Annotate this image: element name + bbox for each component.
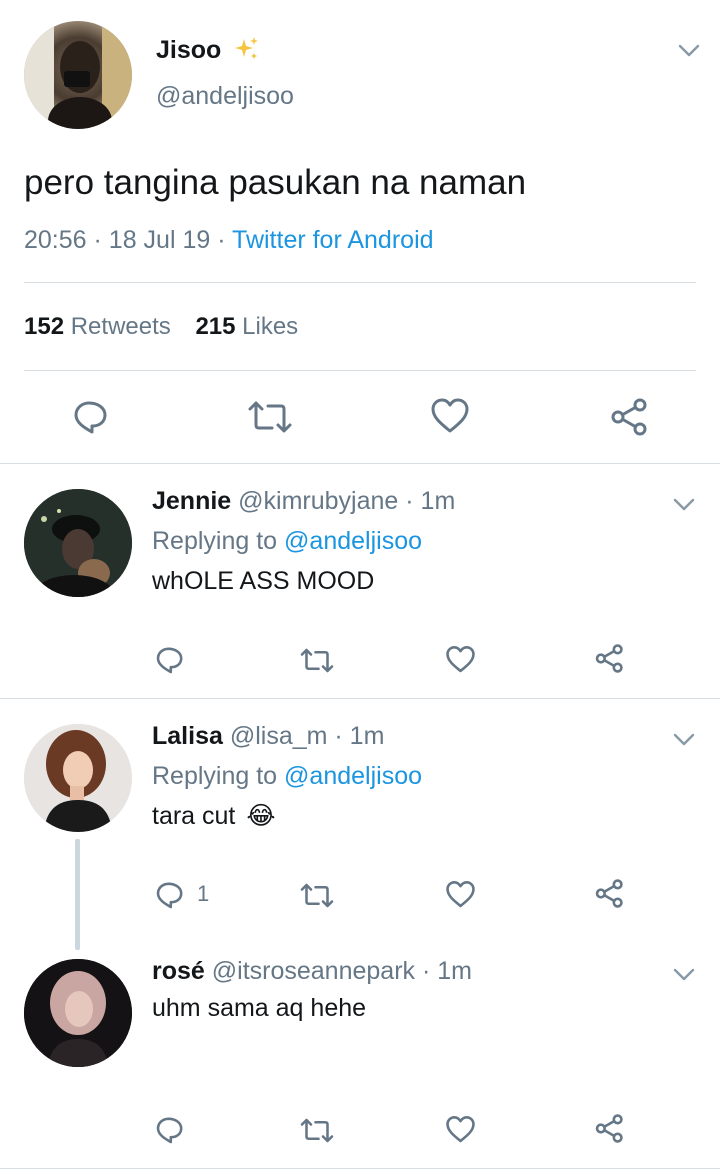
divider [0, 698, 720, 699]
retweets-label: Retweets [70, 313, 171, 340]
reply-text: tara cut [152, 802, 236, 830]
replying-to-label: Replying to [152, 527, 278, 555]
avatar-rose[interactable] [24, 959, 132, 1067]
reply-author-handle[interactable]: @kimrubyjane [238, 487, 398, 515]
retweet-icon[interactable] [246, 399, 294, 435]
like-icon[interactable] [445, 645, 476, 674]
reply-body: tara cut 😂 [152, 801, 276, 831]
reply-text: uhm sama aq hehe [152, 994, 367, 1022]
retweet-icon[interactable] [299, 1117, 335, 1144]
reply-author-name[interactable]: Jennie [152, 487, 231, 515]
retweets-stat[interactable]: 152 Retweets [24, 313, 177, 340]
retweets-count: 152 [24, 313, 65, 340]
reply-time: · 1m [421, 957, 472, 985]
divider [0, 1168, 720, 1169]
tears-of-joy-emoji-icon: 😂 [246, 802, 276, 830]
avatar-lalisa[interactable] [24, 724, 132, 832]
share-icon[interactable] [594, 1113, 626, 1144]
reply-header: Lalisa @lisa_m · 1m [152, 722, 384, 751]
retweet-icon[interactable] [299, 882, 335, 909]
chevron-down-icon[interactable] [673, 498, 695, 512]
replying-to-handle[interactable]: @andeljisoo [284, 762, 422, 790]
tweet-date: 18 Jul 19 [108, 226, 211, 254]
meta-separator: · [217, 226, 226, 254]
likes-label: Likes [242, 313, 299, 340]
share-icon[interactable] [594, 878, 626, 909]
chevron-down-icon[interactable] [673, 968, 695, 982]
share-icon[interactable] [609, 397, 651, 437]
share-icon[interactable] [594, 643, 626, 674]
retweet-icon[interactable] [299, 647, 335, 674]
author-name[interactable]: Jisoo [156, 36, 221, 65]
meta-separator: · [93, 226, 102, 254]
avatar-jisoo[interactable] [24, 21, 132, 129]
tweet-stats: 152 Retweets 215 Likes [24, 313, 298, 341]
tweet-text: pero tangina pasukan na naman [24, 163, 527, 202]
chevron-down-icon[interactable] [678, 44, 700, 58]
reply-icon[interactable] [71, 397, 111, 437]
divider [0, 463, 720, 464]
replying-to: Replying to @andeljisoo [152, 762, 422, 791]
sparkles-icon [232, 35, 260, 63]
like-icon[interactable] [445, 880, 476, 909]
reply-count: 1 [197, 881, 210, 906]
replying-to-handle[interactable]: @andeljisoo [284, 527, 422, 555]
like-icon[interactable] [445, 1115, 476, 1144]
likes-count: 215 [195, 313, 236, 340]
like-icon[interactable] [430, 397, 470, 435]
chevron-down-icon[interactable] [673, 733, 695, 747]
reply-time: · 1m [405, 487, 456, 515]
reply-author-name[interactable]: rosé [152, 957, 205, 985]
reply-icon[interactable] [154, 1114, 186, 1146]
tweet-meta: 20:56 · 18 Jul 19 · Twitter for Android [24, 226, 434, 255]
author-handle[interactable]: @andeljisoo [156, 82, 294, 111]
reply-header: Jennie @kimrubyjane · 1m [152, 487, 455, 516]
reply-icon[interactable] [154, 879, 186, 911]
tweet-time: 20:56 [24, 226, 87, 254]
reply-author-handle[interactable]: @lisa_m [230, 722, 328, 750]
divider [24, 282, 696, 283]
divider [24, 370, 696, 371]
reply-text: whOLE ASS MOOD [152, 567, 375, 595]
replying-to: Replying to @andeljisoo [152, 527, 422, 556]
reply-time: · 1m [334, 722, 385, 750]
reply-author-handle[interactable]: @itsroseannepark [212, 957, 415, 985]
avatar-jennie[interactable] [24, 489, 132, 597]
thread-line [75, 839, 80, 950]
tweet-source[interactable]: Twitter for Android [232, 226, 433, 254]
likes-stat[interactable]: 215 Likes [195, 313, 298, 340]
replying-to-label: Replying to [152, 762, 278, 790]
reply-author-name[interactable]: Lalisa [152, 722, 223, 750]
reply-icon[interactable] [154, 644, 186, 676]
reply-header: rosé @itsroseannepark · 1m [152, 957, 472, 986]
